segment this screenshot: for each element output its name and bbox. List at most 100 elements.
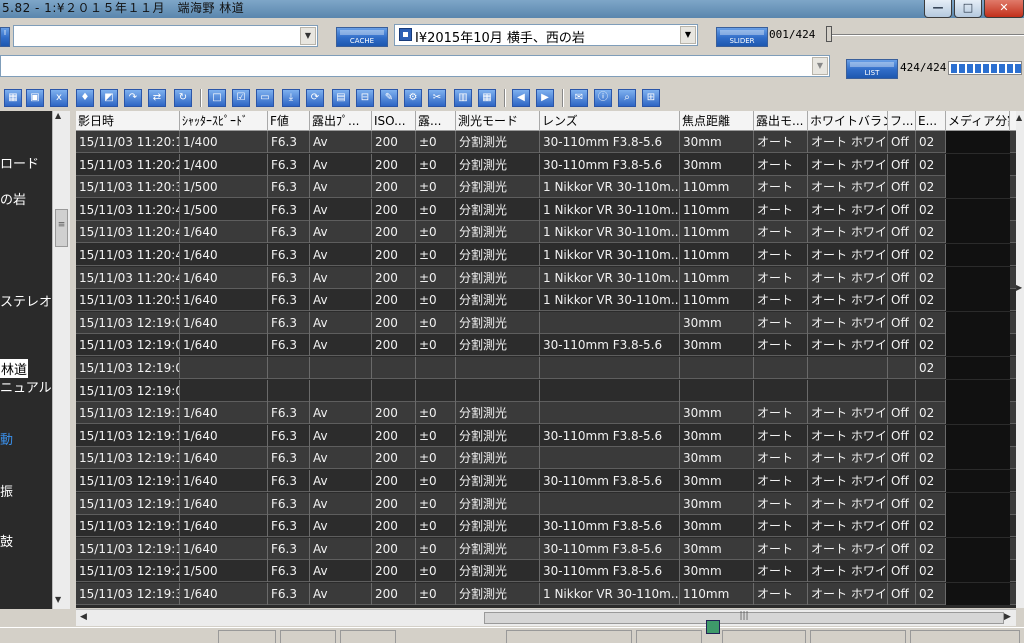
column-header[interactable]: 露... bbox=[416, 111, 456, 131]
table-row[interactable]: 15/11/03 12:19:38 1/640 F6.3 Av 200 ±0 分割測光 1 N… bbox=[76, 583, 1016, 605]
path-combo[interactable]: ▼ bbox=[13, 25, 318, 47]
xl-icon[interactable]: x bbox=[50, 89, 68, 107]
column-header[interactable]: 露出ﾌﾟ... bbox=[310, 111, 372, 131]
tree-item[interactable]: 鼓 bbox=[0, 531, 13, 550]
forward-icon[interactable]: ▶ bbox=[536, 89, 554, 107]
frame-icon[interactable]: □ bbox=[208, 89, 226, 107]
column-header[interactable]: ｼｬｯﾀｰｽﾋﾟｰﾄﾞ bbox=[180, 111, 268, 131]
move-icon[interactable]: ↷ bbox=[124, 89, 142, 107]
tree-scrollbar[interactable]: ▲ ≡ ▼ bbox=[52, 111, 70, 609]
cache-button[interactable]: CACHE bbox=[336, 27, 388, 47]
table-cell: 200 bbox=[372, 424, 416, 447]
layout-icon[interactable]: ▥ bbox=[454, 89, 472, 107]
tools-icon[interactable]: ✎ bbox=[380, 89, 398, 107]
rotate-icon[interactable]: ◩ bbox=[100, 89, 118, 107]
table-cell: Av bbox=[310, 515, 372, 538]
column-header[interactable]: E... bbox=[916, 111, 946, 131]
table-row[interactable]: 15/11/03 12:19:12 1/640 F6.3 Av 200 ±0 分割測光 30m… bbox=[76, 447, 1016, 470]
calendar-icon[interactable]: ▤ bbox=[332, 89, 350, 107]
tree-item[interactable]: の岩 bbox=[0, 189, 26, 208]
table-row[interactable]: 15/11/03 11:20:44 1/640 F6.3 Av 200 ±0 分割測光 1 N… bbox=[76, 221, 1016, 244]
grid-horizontal-scrollbar[interactable]: ◀ ||| ▶ bbox=[76, 609, 1016, 626]
table-cell bbox=[946, 402, 1010, 425]
column-header[interactable]: フ... bbox=[888, 111, 916, 131]
map-icon[interactable]: ⊞ bbox=[642, 89, 660, 107]
search-icon[interactable]: ⌕ bbox=[618, 89, 636, 107]
edit-icon[interactable]: ✂ bbox=[428, 89, 446, 107]
export-icon[interactable]: ⤓ bbox=[282, 89, 300, 107]
grid-icon[interactable]: ▦ bbox=[4, 89, 22, 107]
table-row[interactable]: 15/11/03 12:19:07 1/640 F6.3 Av 200 ±0 分割測光 30-… bbox=[76, 334, 1016, 357]
refresh-icon[interactable]: ↻ bbox=[174, 89, 192, 107]
scroll-right-icon[interactable]: ▶ bbox=[1016, 283, 1022, 292]
window-icon[interactable]: ▭ bbox=[256, 89, 274, 107]
tag-icon[interactable]: ♦ bbox=[76, 89, 94, 107]
settings-icon[interactable]: ⚙ bbox=[404, 89, 422, 107]
table-row[interactable]: 15/11/03 12:19:14 1/640 F6.3 Av 200 ±0 分割測光 30-… bbox=[76, 515, 1016, 538]
column-header[interactable]: メディア分割 bbox=[946, 111, 1010, 131]
folder-combo[interactable]: I¥2015年10月 横手、西の岩 ▼ bbox=[394, 24, 698, 46]
slider-button[interactable]: SLIDER bbox=[716, 27, 768, 47]
column-header[interactable]: レンズ bbox=[540, 111, 680, 131]
grid-vertical-scrollbar[interactable]: ▲ ▶ bbox=[1016, 111, 1024, 608]
table-row[interactable]: 15/11/03 12:19:16 1/640 F6.3 Av 200 ±0 分割測光 30-… bbox=[76, 537, 1016, 560]
tree-item[interactable]: ニュアル bbox=[0, 377, 52, 396]
table-row[interactable]: 15/11/03 12:19:07 1/640 F6.3 Av 200 ±0 分割測光 30m… bbox=[76, 311, 1016, 334]
exif-grid[interactable]: 影日時 ｼｬｯﾀｰｽﾋﾟｰﾄﾞ F値 露出ﾌﾟ... ISO... 露... 測光モード レン… bbox=[76, 111, 1016, 608]
table-row[interactable]: 15/11/03 11:20:24 1/400 F6.3 Av 200 ±0 分割測光 30-… bbox=[76, 153, 1016, 176]
tree-item[interactable]: 林道 bbox=[0, 359, 29, 378]
tree-item[interactable]: 振 bbox=[0, 481, 13, 500]
folder-tree[interactable]: ロードの岩ステレオ林道 ニュアル動振鼓 bbox=[0, 111, 52, 609]
table-row[interactable]: 15/11/03 11:20:49 1/640 F6.3 Av 200 ±0 分割測光 1 N… bbox=[76, 266, 1016, 289]
column-header[interactable]: 影日時 bbox=[76, 111, 180, 131]
grid-hscroll-thumb[interactable]: ||| bbox=[484, 611, 1004, 624]
tree-item[interactable]: ロード bbox=[0, 153, 39, 172]
table-row[interactable]: 15/11/03 12:19:07 bbox=[76, 379, 1016, 402]
scroll-down-icon[interactable]: ▼ bbox=[55, 595, 61, 604]
sync-icon[interactable]: ⟳ bbox=[306, 89, 324, 107]
table-row[interactable]: 15/11/03 12:19:21 1/500 F6.3 Av 200 ±0 分割測光 30-… bbox=[76, 560, 1016, 583]
tree-scroll-thumb[interactable]: ≡ bbox=[55, 209, 68, 247]
column-header[interactable]: ISO... bbox=[372, 111, 416, 131]
table-row[interactable]: 15/11/03 11:20:37 1/500 F6.3 Av 200 ±0 分割測光 1 N… bbox=[76, 176, 1016, 199]
scroll-up-icon[interactable]: ▲ bbox=[55, 111, 61, 120]
compare-icon[interactable]: ⊟ bbox=[356, 89, 374, 107]
column-header[interactable]: 焦点距離 bbox=[680, 111, 754, 131]
table-row[interactable]: 15/11/03 11:20:12 1/400 F6.3 Av 200 ±0 分割測光 30-… bbox=[76, 131, 1016, 153]
tree-item[interactable]: 動 bbox=[0, 429, 13, 448]
chevron-down-icon[interactable]: ▼ bbox=[812, 57, 828, 75]
display-icon[interactable]: ▣ bbox=[26, 89, 44, 107]
table-row[interactable]: 15/11/03 12:19:14 1/640 F6.3 Av 200 ±0 分割測光 30m… bbox=[76, 492, 1016, 515]
table-row[interactable]: 15/11/03 12:19:12 1/640 F6.3 Av 200 ±0 分割測光 30-… bbox=[76, 470, 1016, 492]
tree-item[interactable]: ステレオ bbox=[0, 291, 52, 310]
table-row[interactable]: 15/11/03 11:20:52 1/640 F6.3 Av 200 ±0 分割測光 1 N… bbox=[76, 289, 1016, 312]
table-row[interactable]: 15/11/03 11:20:41 1/500 F6.3 Av 200 ±0 分割測光 1 N… bbox=[76, 198, 1016, 221]
table-row[interactable]: 15/11/03 11:20:47 1/640 F6.3 Av 200 ±0 分割測光 1 N… bbox=[76, 244, 1016, 266]
filter-combo[interactable]: ▼ bbox=[0, 55, 830, 77]
mail-icon[interactable]: ✉ bbox=[570, 89, 588, 107]
scroll-left-icon[interactable]: ◀ bbox=[80, 612, 87, 622]
close-button[interactable]: ✕ bbox=[984, 0, 1024, 18]
maximize-button[interactable]: □ bbox=[954, 0, 982, 18]
scroll-right-icon[interactable]: ▶ bbox=[1004, 612, 1011, 622]
check-icon[interactable]: ☑ bbox=[232, 89, 250, 107]
scroll-up-icon[interactable]: ▲ bbox=[1016, 113, 1022, 122]
table-row[interactable]: 15/11/03 12:19:07 02 bbox=[76, 357, 1016, 379]
tile-icon[interactable]: ▦ bbox=[478, 89, 496, 107]
chevron-down-icon[interactable]: ▼ bbox=[680, 26, 696, 44]
back-icon[interactable]: ◀ bbox=[512, 89, 530, 107]
table-row[interactable]: 15/11/03 12:19:10 1/640 F6.3 Av 200 ±0 分割測光 30m… bbox=[76, 402, 1016, 425]
column-header[interactable]: F値 bbox=[268, 111, 310, 131]
column-header[interactable]: 露出モ... bbox=[754, 111, 808, 131]
info-icon[interactable]: ⓘ bbox=[594, 89, 612, 107]
column-header[interactable]: 測光モード bbox=[456, 111, 540, 131]
minimize-button[interactable]: — bbox=[924, 0, 952, 18]
slider-track[interactable] bbox=[832, 34, 1024, 36]
slider-thumb[interactable] bbox=[826, 26, 832, 42]
list-button[interactable]: LIST bbox=[846, 59, 898, 79]
chevron-down-icon[interactable]: ▼ bbox=[300, 27, 316, 45]
copy-icon[interactable]: ⇄ bbox=[148, 89, 166, 107]
table-row[interactable]: 15/11/03 12:19:10 1/640 F6.3 Av 200 ±0 分割測光 30-… bbox=[76, 424, 1016, 447]
column-header[interactable]: ホワイトバランス bbox=[808, 111, 888, 131]
left-blue-button[interactable] bbox=[0, 27, 10, 47]
